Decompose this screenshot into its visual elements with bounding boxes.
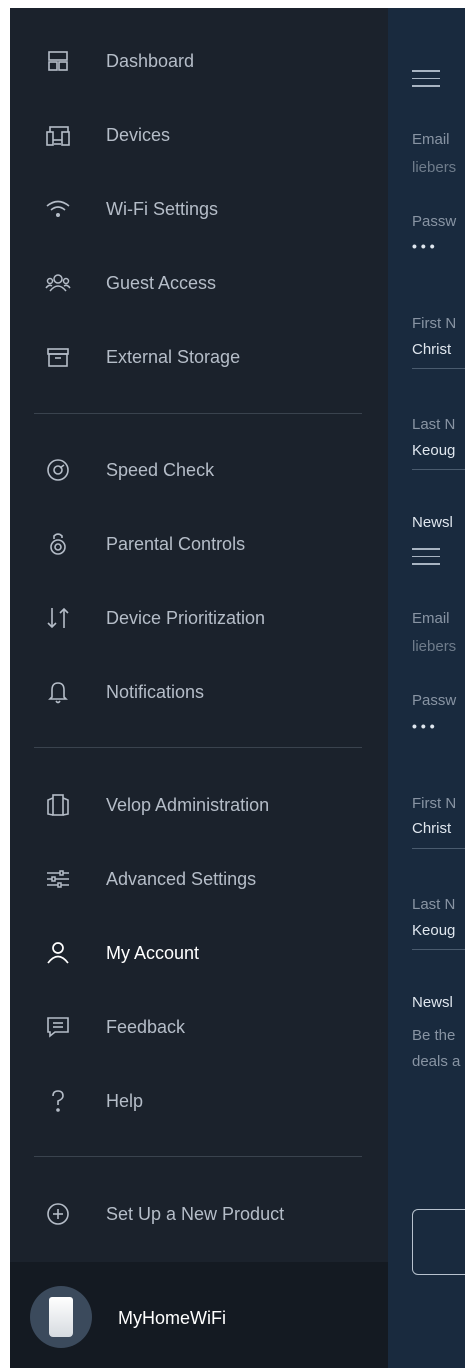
email-label: Email bbox=[412, 610, 450, 627]
hamburger-menu-icon[interactable] bbox=[412, 70, 440, 88]
nav-label: Speed Check bbox=[106, 460, 215, 480]
guests-icon bbox=[44, 269, 72, 297]
first-name-value[interactable]: Christ bbox=[412, 341, 451, 358]
chat-bubble-icon bbox=[44, 1013, 72, 1041]
nav-label: Velop Administration bbox=[106, 795, 270, 815]
first-name-label: First N bbox=[412, 315, 457, 332]
nav-item-wifi-settings[interactable]: Wi-Fi Settings bbox=[10, 186, 388, 232]
nav-item-velop-administration[interactable]: Velop Administration bbox=[10, 782, 388, 828]
nav-label: Advanced Settings bbox=[106, 869, 257, 889]
priority-arrows-icon bbox=[44, 604, 72, 632]
nav-label: Guest Access bbox=[106, 273, 217, 293]
wifi-icon bbox=[44, 195, 72, 223]
bell-icon bbox=[44, 678, 72, 706]
nav-item-feedback[interactable]: Feedback bbox=[10, 1004, 388, 1050]
navigation-drawer: Dashboard Devices Wi-Fi Settings Guest A… bbox=[10, 8, 388, 1368]
menu-divider bbox=[34, 747, 362, 748]
newsletter-text-line-2: deals a bbox=[412, 1053, 461, 1070]
email-value: liebers bbox=[412, 159, 457, 176]
parental-lock-icon bbox=[44, 530, 72, 558]
nav-item-set-up-new-product[interactable]: Set Up a New Product bbox=[10, 1191, 388, 1237]
nav-item-my-account[interactable]: My Account bbox=[10, 930, 388, 976]
network-name: MyHomeWiFi bbox=[118, 1308, 226, 1328]
last-name-underline bbox=[412, 469, 465, 470]
menu-divider bbox=[34, 413, 362, 414]
user-icon bbox=[44, 939, 72, 967]
nav-label: Device Prioritization bbox=[106, 608, 266, 628]
newsletter-text-line-1: Be the bbox=[412, 1027, 456, 1044]
password-value[interactable]: ••• bbox=[412, 238, 439, 254]
email-label: Email bbox=[412, 131, 450, 148]
last-name-value[interactable]: Keoug bbox=[412, 442, 455, 459]
account-page-background: Email liebers Passw ••• First N Christ L… bbox=[388, 8, 465, 1368]
hamburger-menu-icon[interactable] bbox=[412, 548, 440, 566]
node-admin-icon bbox=[44, 791, 72, 819]
network-selector[interactable]: MyHomeWiFi bbox=[10, 1262, 388, 1368]
velop-node-icon bbox=[30, 1286, 92, 1348]
nav-item-external-storage[interactable]: External Storage bbox=[10, 334, 388, 380]
newsletter-label: Newsl bbox=[412, 994, 453, 1011]
question-mark-icon bbox=[44, 1087, 72, 1115]
nav-label: Help bbox=[106, 1091, 144, 1111]
menu-divider bbox=[34, 1156, 362, 1157]
nav-label: Devices bbox=[106, 125, 171, 145]
account-action-button[interactable] bbox=[412, 1209, 465, 1275]
nav-item-help[interactable]: Help bbox=[10, 1078, 388, 1124]
newsletter-label: Newsl bbox=[412, 514, 453, 531]
nav-item-devices[interactable]: Devices bbox=[10, 112, 388, 158]
last-name-label: Last N bbox=[412, 896, 456, 913]
first-name-underline bbox=[412, 368, 465, 369]
last-name-value[interactable]: Keoug bbox=[412, 922, 455, 939]
nav-label: My Account bbox=[106, 943, 200, 963]
nav-label: External Storage bbox=[106, 347, 241, 367]
nav-item-speed-check[interactable]: Speed Check bbox=[10, 447, 388, 493]
first-name-underline bbox=[412, 848, 465, 849]
storage-icon bbox=[44, 343, 72, 371]
password-value[interactable]: ••• bbox=[412, 718, 439, 734]
speedometer-icon bbox=[44, 456, 72, 484]
last-name-underline bbox=[412, 949, 465, 950]
nav-item-guest-access[interactable]: Guest Access bbox=[10, 260, 388, 306]
nav-item-advanced-settings[interactable]: Advanced Settings bbox=[10, 856, 388, 902]
sliders-icon bbox=[44, 865, 72, 893]
nav-label: Set Up a New Product bbox=[106, 1204, 285, 1224]
plus-circle-icon bbox=[44, 1200, 72, 1228]
last-name-label: Last N bbox=[412, 416, 456, 433]
password-label: Passw bbox=[412, 692, 457, 709]
devices-icon bbox=[44, 121, 72, 149]
nav-item-parental-controls[interactable]: Parental Controls bbox=[10, 521, 388, 567]
nav-label: Feedback bbox=[106, 1017, 186, 1037]
app-screen: Email liebers Passw ••• First N Christ L… bbox=[10, 8, 465, 1368]
nav-label: Dashboard bbox=[106, 51, 195, 71]
nav-label: Notifications bbox=[106, 682, 205, 702]
nav-item-device-prioritization[interactable]: Device Prioritization bbox=[10, 595, 388, 641]
dashboard-icon bbox=[44, 47, 72, 75]
password-label: Passw bbox=[412, 213, 457, 230]
nav-item-dashboard[interactable]: Dashboard bbox=[10, 38, 388, 84]
first-name-value[interactable]: Christ bbox=[412, 820, 451, 837]
nav-label: Parental Controls bbox=[106, 534, 246, 554]
nav-label: Wi-Fi Settings bbox=[106, 199, 219, 219]
email-value: liebers bbox=[412, 638, 457, 655]
nav-item-notifications[interactable]: Notifications bbox=[10, 669, 388, 715]
first-name-label: First N bbox=[412, 795, 457, 812]
